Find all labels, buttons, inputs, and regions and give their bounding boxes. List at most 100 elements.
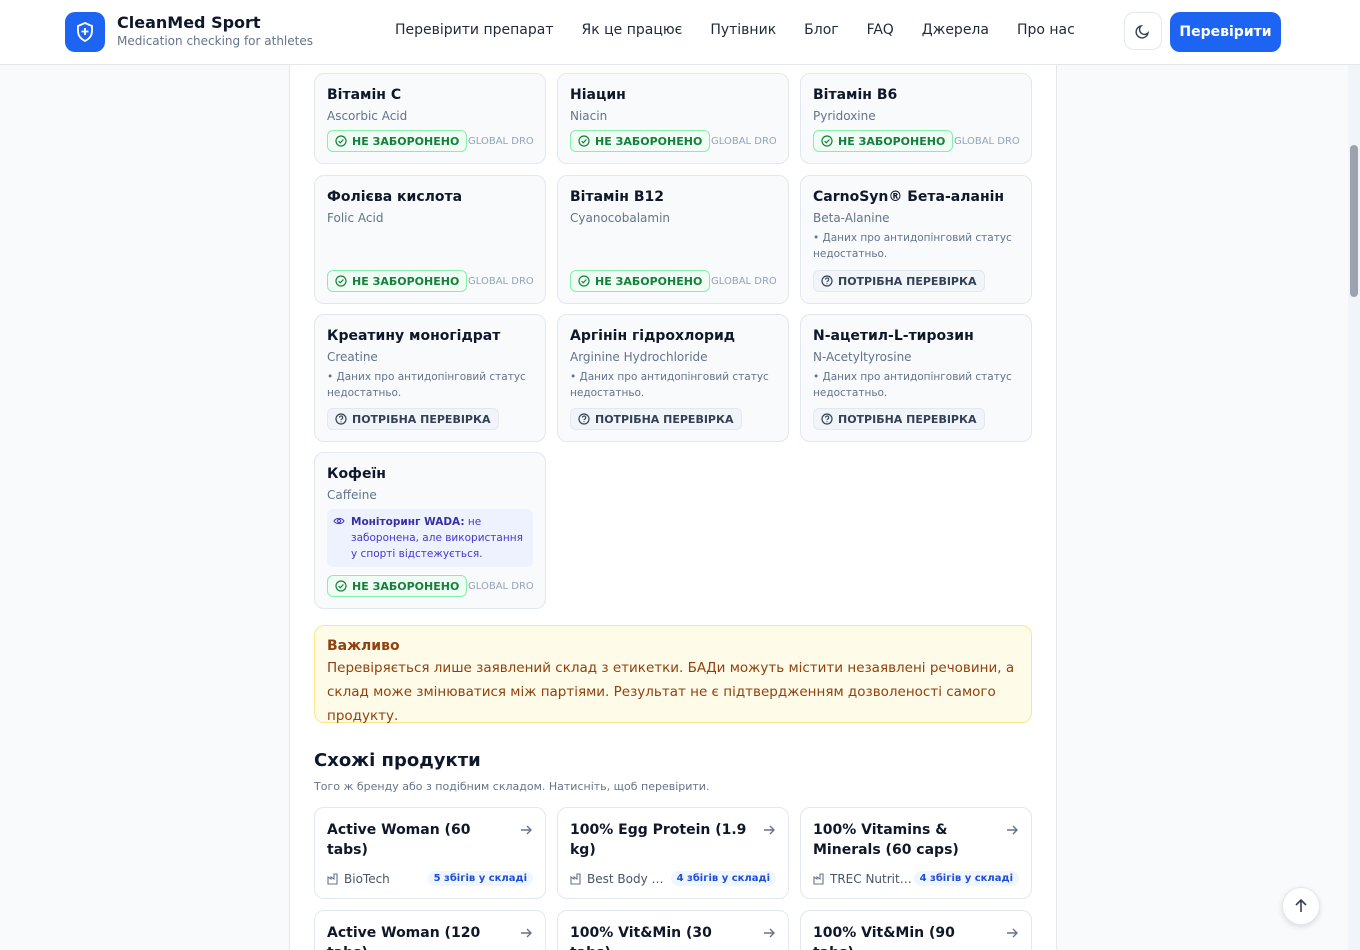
product-brand: Best Body Nutrition	[570, 872, 671, 886]
product-card[interactable]: Active Woman (120 tabs)	[314, 910, 546, 950]
ingredient-card: Кофеїн Caffeine Моніторинг WADA: не забо…	[314, 452, 546, 609]
ingredient-card: Ніацин Niacin НЕ ЗАБОРОНЕНО GLOBAL DRO	[557, 73, 789, 164]
product-card[interactable]: 100% Vit&Min (30 tabs)	[557, 910, 789, 950]
ingredient-latin: Pyridoxine	[813, 109, 876, 123]
question-circle-icon	[821, 413, 833, 425]
brand-tagline: Medication checking for athletes	[117, 34, 313, 48]
ingredient-card: Вітамін C Ascorbic Acid НЕ ЗАБОРОНЕНО GL…	[314, 73, 546, 164]
status-badge: НЕ ЗАБОРОНЕНО	[327, 575, 468, 597]
moon-icon	[1135, 24, 1150, 39]
arrow-right-icon	[1007, 825, 1018, 835]
arrow-right-icon	[764, 928, 775, 938]
source-label: GLOBAL DRO	[468, 580, 533, 592]
product-card[interactable]: 100% Vitamins & Minerals (60 caps) TREC …	[800, 807, 1032, 899]
ingredient-latin: Arginine Hydrochloride	[570, 350, 708, 364]
arrow-right-icon	[764, 825, 775, 835]
brand-name[interactable]: CleanMed Sport	[117, 13, 261, 32]
ingredient-name: Вітамін B6	[813, 87, 898, 103]
arrow-right-icon	[1007, 928, 1018, 938]
factory-icon	[327, 872, 338, 885]
status-note: • Даних про антидопінговий статус недост…	[813, 371, 1012, 399]
ingredient-card: Аргінін гідрохлорид Arginine Hydrochlori…	[557, 314, 789, 442]
status-note: • Даних про антидопінговий статус недост…	[327, 371, 526, 399]
check-circle-icon	[335, 135, 347, 147]
status-badge: ПОТРІБНА ПЕРЕВІРКА	[813, 270, 985, 292]
product-title: Active Woman (120 tabs)	[327, 925, 481, 950]
nav-about[interactable]: Про нас	[1017, 22, 1075, 38]
ingredient-latin: Cyanocobalamin	[570, 211, 671, 225]
check-circle-icon	[335, 580, 347, 592]
product-brand: BioTech	[327, 872, 390, 886]
product-title: 100% Vit&Min (90 tabs)	[813, 925, 955, 950]
source-label: GLOBAL DRO	[468, 135, 533, 147]
product-card[interactable]: 100% Egg Protein (1.9 kg) Best Body Nutr…	[557, 807, 789, 899]
status-note: • Даних про антидопінговий статус недост…	[570, 371, 769, 399]
nav-guide[interactable]: Путівник	[710, 22, 776, 38]
ingredient-latin: Ascorbic Acid	[327, 109, 408, 123]
theme-toggle-button[interactable]	[1124, 12, 1162, 50]
status-badge: НЕ ЗАБОРОНЕНО	[327, 270, 468, 292]
product-title: 100% Egg Protein (1.9 kg)	[570, 822, 747, 858]
check-circle-icon	[335, 275, 347, 287]
product-title: 100% Vitamins & Minerals (60 caps)	[813, 822, 959, 858]
ingredient-card: Вітамін B12 Cyanocobalamin НЕ ЗАБОРОНЕНО…	[557, 175, 789, 304]
logo-shield-icon[interactable]	[65, 12, 105, 52]
ingredient-name: Аргінін гідрохлорид	[570, 328, 736, 344]
source-label: GLOBAL DRO	[468, 275, 533, 287]
scroll-to-top-button[interactable]	[1282, 887, 1320, 925]
question-circle-icon	[335, 413, 347, 425]
nav-how-it-works[interactable]: Як це працює	[581, 22, 682, 38]
header-check-button[interactable]: Перевірити	[1170, 12, 1281, 52]
status-badge: ПОТРІБНА ПЕРЕВІРКА	[813, 408, 985, 430]
similar-products-subtitle: Того ж бренду або з подібним складом. На…	[314, 780, 710, 793]
ingredient-card: Фолієва кислота Folic Acid НЕ ЗАБОРОНЕНО…	[314, 175, 546, 304]
nav-check-drug[interactable]: Перевірити препарат	[395, 22, 553, 38]
arrow-right-icon	[521, 825, 532, 835]
main-nav: Перевірити препарат Як це працює Путівни…	[381, 22, 1089, 38]
ingredient-latin: Niacin	[570, 109, 608, 123]
important-notice: Важливо Перевіряється лише заявлений скл…	[314, 625, 1032, 724]
nav-faq[interactable]: FAQ	[867, 22, 894, 38]
ingredient-name: Ніацин	[570, 87, 626, 103]
ingredient-card: Вітамін B6 Pyridoxine НЕ ЗАБОРОНЕНО GLOB…	[800, 73, 1032, 164]
source-label: GLOBAL DRO	[711, 135, 776, 147]
arrow-right-icon	[521, 928, 532, 938]
status-badge: ПОТРІБНА ПЕРЕВІРКА	[570, 408, 742, 430]
product-title: Active Woman (60 tabs)	[327, 822, 471, 858]
similar-products-title: Схожі продукти	[314, 750, 481, 771]
question-circle-icon	[821, 275, 833, 287]
wada-monitoring-note: Моніторинг WADA: не заборонена, але вико…	[327, 509, 533, 567]
check-circle-icon	[821, 135, 833, 147]
ingredient-latin: Creatine	[327, 350, 378, 364]
product-title: 100% Vit&Min (30 tabs)	[570, 925, 712, 950]
ingredient-name: CarnoSyn® Бета-аланін	[813, 189, 1005, 205]
ingredient-card: Креатину моногідрат Creatine • Даних про…	[314, 314, 546, 442]
ingredient-card: CarnoSyn® Бета-аланін Beta-Alanine • Дан…	[800, 175, 1032, 304]
product-card[interactable]: 100% Vit&Min (90 tabs)	[800, 910, 1032, 950]
nav-blog[interactable]: Блог	[804, 22, 838, 38]
match-count-badge: 4 збігів у складі	[670, 871, 776, 886]
match-count-badge: 4 збігів у складі	[913, 871, 1019, 886]
status-badge: НЕ ЗАБОРОНЕНО	[327, 130, 468, 152]
source-label: GLOBAL DRO	[711, 275, 776, 287]
nav-sources[interactable]: Джерела	[922, 22, 989, 38]
status-badge: ПОТРІБНА ПЕРЕВІРКА	[327, 408, 499, 430]
ingredient-name: Кофеїн	[327, 466, 386, 482]
factory-icon	[813, 872, 824, 885]
ingredient-name: N-ацетил-L-тирозин	[813, 328, 974, 344]
product-card[interactable]: Active Woman (60 tabs) BioTech 5 збігів …	[314, 807, 546, 899]
ingredient-name: Вітамін C	[327, 87, 402, 103]
question-circle-icon	[578, 413, 590, 425]
eye-icon	[333, 517, 345, 525]
scrollbar-thumb[interactable]	[1350, 145, 1358, 297]
check-circle-icon	[578, 135, 590, 147]
ingredient-name: Фолієва кислота	[327, 189, 463, 205]
ingredient-latin: Beta-Alanine	[813, 211, 890, 225]
ingredient-name: Вітамін B12	[570, 189, 664, 205]
status-note: • Даних про антидопінговий статус недост…	[813, 232, 1012, 260]
monitoring-label: Моніторинг WADA:	[351, 516, 465, 528]
match-count-badge: 5 збігів у складі	[427, 871, 533, 886]
factory-icon	[570, 872, 581, 885]
status-badge: НЕ ЗАБОРОНЕНО	[570, 130, 711, 152]
ingredient-name: Креатину моногідрат	[327, 328, 501, 344]
